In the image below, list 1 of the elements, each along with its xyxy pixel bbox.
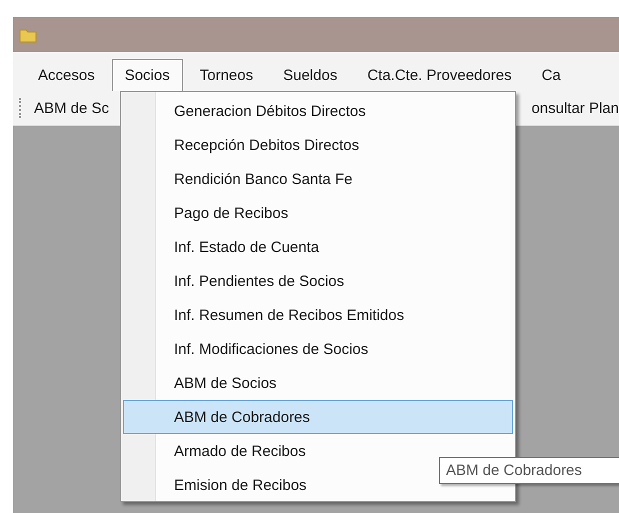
tooltip: ABM de Cobradores	[439, 457, 619, 484]
